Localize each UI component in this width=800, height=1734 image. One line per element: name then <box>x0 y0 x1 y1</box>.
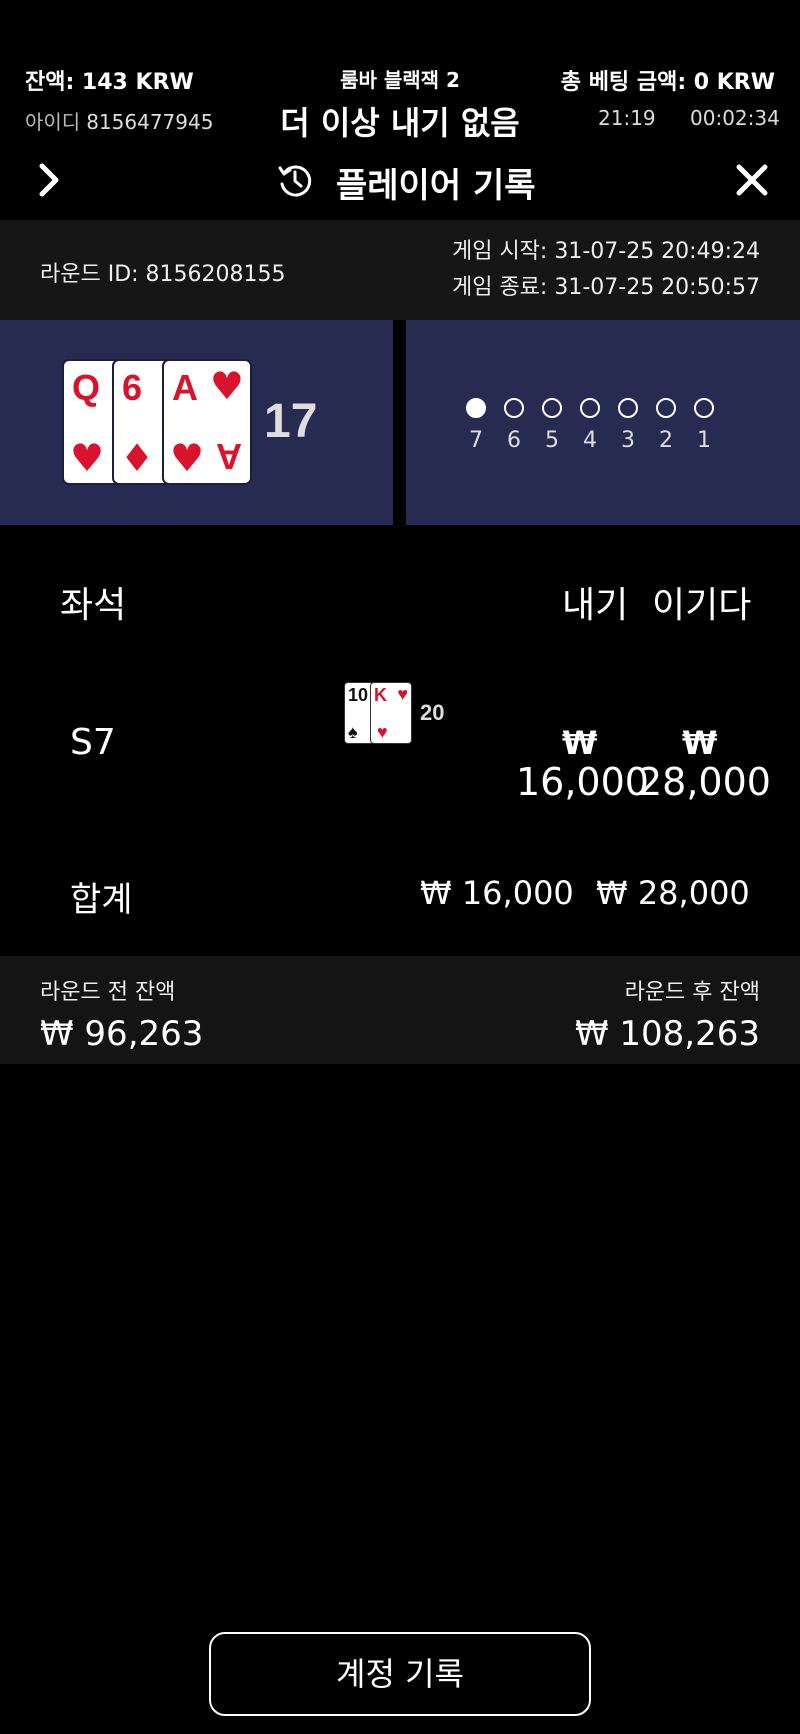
page-dot[interactable] <box>618 398 638 418</box>
page-dot[interactable] <box>656 398 676 418</box>
dealer-hand-panel: Q ♥ 6 ♦ A ♥ ♥ A <box>0 320 393 525</box>
spade-icon: ♠ <box>348 722 358 742</box>
page-number: 5 <box>545 428 559 453</box>
page-dot[interactable] <box>694 398 714 418</box>
card-rank: K <box>374 685 387 705</box>
column-header-bet: 내기 <box>562 585 629 626</box>
balance-after-value: ₩ 108,263 <box>574 1014 760 1054</box>
account-history-button[interactable]: 계정 기록 <box>209 1632 591 1716</box>
balance-after-label: 라운드 후 잔액 <box>624 980 760 1005</box>
column-header-win: 이기다 <box>652 585 752 626</box>
round-times: 게임 시작: 31-07-25 20:49:24 게임 종료: 31-07-25… <box>452 234 760 306</box>
history-icon <box>276 160 314 200</box>
page-number: 4 <box>583 428 597 453</box>
page-title: 플레이어 기록 <box>336 166 536 206</box>
heart-icon: ♥ <box>170 436 205 480</box>
heart-icon: ♥ <box>70 436 105 480</box>
player-card: K ♥ ♥ <box>370 682 412 744</box>
page-number: 3 <box>621 428 635 453</box>
dealer-total: 17 <box>264 395 318 448</box>
page-dot[interactable] <box>466 398 486 418</box>
card-rank: A <box>216 436 242 477</box>
bet-amount: 16,000 <box>516 760 649 804</box>
card-rank: Q <box>72 367 101 408</box>
card-rank: 10 <box>348 685 369 705</box>
diamond-icon: ♦ <box>120 436 155 480</box>
column-header-seat: 좌석 <box>60 585 127 626</box>
page-dot[interactable] <box>580 398 600 418</box>
player-hand-total: 20 <box>420 700 445 725</box>
heart-icon: ♥ <box>377 722 388 742</box>
round-id: 라운드 ID: 8156208155 <box>40 262 286 287</box>
balance-before-label: 라운드 전 잔액 <box>40 980 176 1005</box>
clock: 21:19 <box>598 106 656 130</box>
chevron-right-icon[interactable] <box>34 160 64 200</box>
seat-label: S7 <box>70 722 116 763</box>
elapsed-timer: 00:02:34 <box>690 106 780 130</box>
heart-icon: ♥ <box>397 684 408 704</box>
balance-before-value: ₩ 96,263 <box>40 1014 204 1054</box>
total-label: 합계 <box>70 880 133 920</box>
total-bet-text: 총 베팅 금액: 0 KRW <box>560 70 775 95</box>
total-bet-amount: ₩ 16,000 <box>420 874 574 912</box>
card-rank: A <box>172 367 198 408</box>
heart-icon: ♥ <box>209 364 244 408</box>
win-amount: 28,000 <box>638 760 771 804</box>
page-dot[interactable] <box>504 398 524 418</box>
page-number: 6 <box>507 428 521 453</box>
win-currency-symbol: ₩ <box>682 724 718 762</box>
page-number: 1 <box>697 428 711 453</box>
page-number: 7 <box>469 428 483 453</box>
bet-currency-symbol: ₩ <box>562 724 598 762</box>
round-pager: 7654321 <box>466 398 726 468</box>
game-start-time: 게임 시작: 31-07-25 20:49:24 <box>451 239 760 264</box>
game-end-time: 게임 종료: 31-07-25 20:50:57 <box>451 275 760 300</box>
dealer-card: A ♥ ♥ A <box>162 359 252 485</box>
close-icon[interactable] <box>734 162 770 198</box>
total-win-amount: ₩ 28,000 <box>596 874 750 912</box>
card-rank: 6 <box>122 367 143 408</box>
bet-status: 더 이상 내기 없음 <box>280 104 520 142</box>
page-number: 2 <box>659 428 673 453</box>
page-dot[interactable] <box>542 398 562 418</box>
